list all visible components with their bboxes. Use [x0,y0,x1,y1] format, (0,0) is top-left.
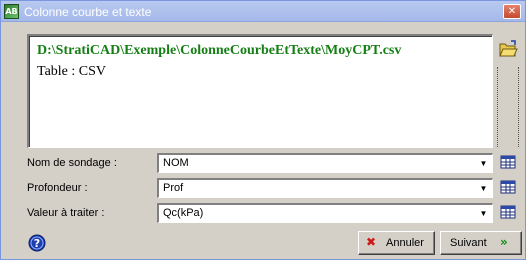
cancel-button-label: Annuler [386,237,424,249]
folder-open-icon [499,40,518,57]
chevron-down-icon[interactable]: ▼ [476,181,491,196]
field-label-profondeur: Profondeur : [27,182,88,194]
next-arrow-icon: » [500,235,508,249]
next-button[interactable]: Suivant » [440,231,522,255]
file-path-text: D:\StratiCAD\Exemple\ColonneCourbeEtText… [37,43,402,58]
window-title: Colonne courbe et texte [24,5,152,19]
nom-sondage-grid-button[interactable] [499,153,518,172]
profondeur-value: Prof [163,182,184,194]
table-type-text: Table : CSV [37,64,107,79]
profondeur-grid-button[interactable] [499,178,518,197]
grid-table-icon [500,205,516,219]
help-button[interactable]: ? [27,233,47,253]
valeur-grid-button[interactable] [499,203,518,222]
chevron-down-icon[interactable]: ▼ [476,206,491,221]
chevron-down-icon[interactable]: ▼ [476,156,491,171]
valeur-select[interactable]: Qc(kPa) ▼ [157,203,493,223]
profondeur-select[interactable]: Prof ▼ [157,178,493,198]
cancel-button[interactable]: ✖ Annuler [358,231,435,255]
help-icon: ? [28,234,46,252]
grid-table-icon [500,155,516,169]
text-scrollbar[interactable] [497,67,519,147]
open-file-button[interactable] [498,39,518,59]
svg-text:?: ? [34,237,40,250]
nom-sondage-select[interactable]: NOM ▼ [157,153,493,173]
app-icon: AB [4,4,19,19]
cancel-icon: ✖ [366,235,377,249]
close-button[interactable]: ✕ [503,4,521,19]
grid-table-icon [500,180,516,194]
valeur-value: Qc(kPa) [163,207,204,219]
close-icon: ✕ [507,6,517,17]
file-info-box[interactable]: D:\StratiCAD\Exemple\ColonneCourbeEtText… [27,34,493,148]
field-label-valeur-a-traiter: Valeur à traiter : [27,207,105,219]
field-label-nom-sondage: Nom de sondage : [27,157,117,169]
nom-sondage-value: NOM [163,157,189,169]
next-button-label: Suivant [450,237,487,249]
title-bar[interactable]: AB Colonne courbe et texte ✕ [1,1,525,22]
dialog-window: AB Colonne courbe et texte ✕ D:\StratiCA… [0,0,526,260]
